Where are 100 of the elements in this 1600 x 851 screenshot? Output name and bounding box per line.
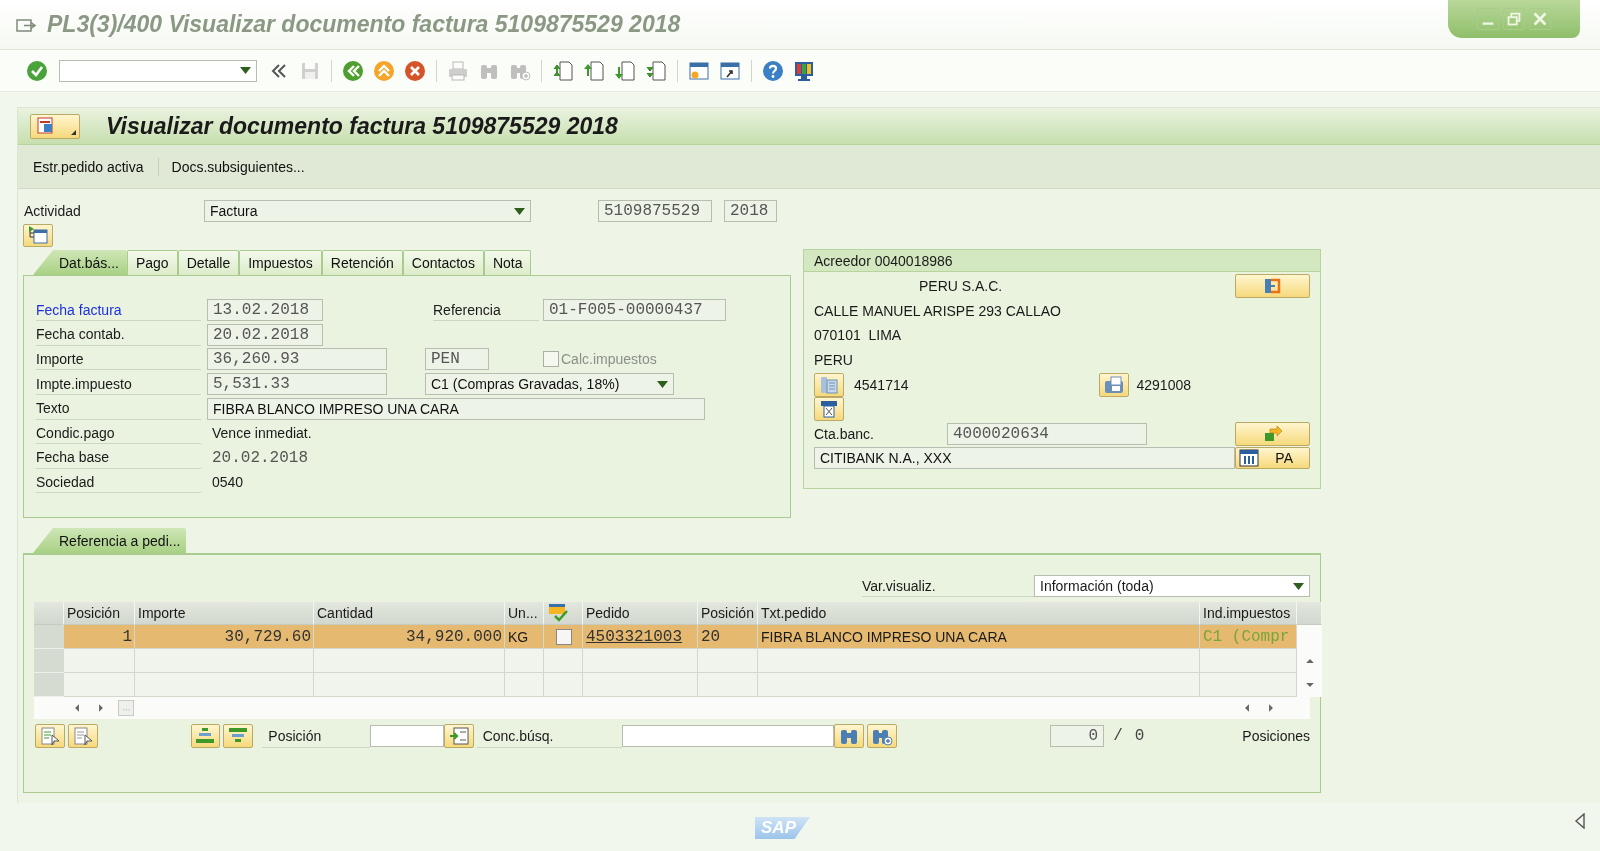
field-value: 20.02.2018 (211, 447, 309, 469)
amount-field[interactable]: 36,260.93 (207, 348, 387, 371)
dropdown-icon[interactable] (240, 67, 251, 74)
tab[interactable]: Detalle (177, 250, 240, 275)
tab[interactable]: Contactos (402, 250, 484, 275)
dropdown-icon[interactable] (1293, 582, 1304, 590)
vendor-name: PERU S.A.C. (918, 278, 1003, 295)
checklist-icon (547, 602, 569, 624)
window-title: PL3(3)/400 Visualizar documento factura 5109875529 2018 (47, 11, 681, 38)
list-pointer-icon (71, 725, 94, 747)
sort-ascending-button[interactable] (190, 724, 221, 748)
column-header[interactable]: Cantidad (314, 602, 505, 625)
column-header[interactable]: Un... (505, 602, 544, 625)
help-icon[interactable] (762, 59, 784, 82)
menu-item[interactable]: Docs.subsiguientes... (171, 158, 319, 175)
back-icon[interactable] (342, 59, 364, 82)
field-label: Fecha base (36, 446, 201, 469)
monitor-icon[interactable] (793, 59, 815, 82)
column-handle-icon[interactable] (118, 700, 134, 716)
tab[interactable]: Impuestos (239, 250, 322, 275)
close-icon[interactable] (1529, 8, 1551, 30)
list-pointer-icon (38, 725, 61, 747)
field-label: Importe (36, 348, 201, 371)
corner-icon (71, 129, 76, 135)
restore-icon[interactable] (1503, 8, 1525, 30)
fax-number: 4291008 (1136, 376, 1192, 393)
field-label: Impte.impuesto (36, 373, 201, 396)
amount-field[interactable]: 5,531.33 (207, 373, 387, 396)
column-header[interactable] (544, 602, 583, 625)
command-field[interactable] (59, 59, 257, 82)
year-field[interactable]: 2018 (724, 200, 777, 222)
document-number-field[interactable]: 5109875529 (598, 200, 712, 222)
menu-item[interactable]: Estr.pedido activa (33, 158, 158, 175)
cancel-icon[interactable] (404, 59, 426, 82)
table-cell: C1 (Compr (1200, 625, 1297, 649)
bank-name-field[interactable]: CITIBANK N.A., XXX (814, 447, 1235, 470)
bank-account-field[interactable]: 4000020634 (946, 422, 1147, 445)
new-window-icon[interactable] (688, 59, 710, 82)
bank-details-button[interactable] (1235, 421, 1310, 446)
field-label: Referencia (433, 299, 539, 322)
current-item-field[interactable]: 0 (1050, 725, 1105, 747)
toggle-button[interactable] (23, 224, 53, 247)
dropdown-icon[interactable] (514, 207, 525, 215)
column-header[interactable]: Posición (64, 602, 135, 625)
total-count: 0 (1134, 727, 1145, 745)
tab[interactable]: Referencia a pedi... (33, 528, 187, 553)
search-next-button[interactable] (867, 724, 898, 748)
reference-field[interactable]: 01-F005-00000437 (543, 299, 726, 322)
field-label: Posición (262, 724, 370, 748)
first-page-icon[interactable] (552, 59, 574, 82)
column-header[interactable]: Txt.pedido (758, 602, 1200, 625)
tab[interactable]: Nota (483, 250, 532, 275)
sort-descending-button[interactable] (223, 724, 254, 748)
shortcut-icon[interactable] (719, 59, 741, 82)
expand-icon[interactable] (1574, 813, 1586, 829)
field-value: 0540 (211, 473, 245, 493)
last-page-icon[interactable] (645, 59, 667, 82)
go-to-button[interactable] (443, 724, 474, 748)
display-button[interactable] (30, 113, 80, 139)
checkbox[interactable] (555, 628, 572, 645)
tree-icon (27, 224, 49, 247)
column-header[interactable]: Posición (698, 602, 758, 625)
field-value: Vence inmediat. (211, 424, 313, 444)
date-field[interactable]: 20.02.2018 (207, 323, 323, 346)
text-field[interactable]: FIBRA BLANCO IMPRESO UNA CARA (207, 397, 705, 420)
panel-title: Acreedor 0040018986 (804, 250, 1320, 272)
tab[interactable]: Dat.bás... (33, 250, 127, 275)
currency-field[interactable]: PEN (425, 348, 489, 371)
table-cell: FIBRA BLANCO IMPRESO UNA CARA (758, 625, 1200, 649)
dropdown-icon[interactable] (657, 380, 668, 388)
address-button[interactable] (1235, 274, 1310, 299)
exit-icon[interactable] (373, 59, 395, 82)
bank-country-button[interactable]: PA (1235, 447, 1310, 470)
fax-button[interactable] (1098, 372, 1129, 397)
table-cell: 30,729.60 (135, 625, 314, 649)
check-icon[interactable] (26, 59, 48, 82)
field-label: Texto (36, 397, 201, 420)
tax-code-dropdown[interactable]: C1 (Compras Gravadas, 18%) (425, 373, 674, 396)
next-page-icon[interactable] (614, 59, 636, 82)
previous-page-icon[interactable] (583, 59, 605, 82)
search-field[interactable] (622, 725, 835, 747)
activity-dropdown[interactable]: Factura (204, 200, 531, 222)
tab[interactable]: Pago (126, 250, 178, 275)
field-label: Fecha contab. (36, 323, 201, 346)
position-field[interactable] (369, 725, 444, 747)
items-label: Posiciones (1242, 728, 1311, 744)
field-label: Fecha factura (36, 299, 201, 322)
tab[interactable]: Retención (321, 250, 403, 275)
field-label: Cta.banc. (814, 425, 874, 442)
deselect-button[interactable] (67, 724, 98, 748)
table-cell: 34,920.000 (314, 625, 505, 649)
column-header[interactable]: Pedido (583, 602, 698, 625)
layout-dropdown[interactable]: Información (toda) (1034, 575, 1310, 597)
search-button[interactable] (834, 724, 865, 748)
table-cell (698, 649, 758, 673)
date-field[interactable]: 13.02.2018 (207, 299, 323, 322)
column-header[interactable]: Ind.impuestos (1200, 602, 1297, 625)
column-header[interactable]: Importe (135, 602, 314, 625)
phone-number: 4541714 (854, 376, 909, 393)
select-all-button[interactable] (35, 724, 65, 748)
